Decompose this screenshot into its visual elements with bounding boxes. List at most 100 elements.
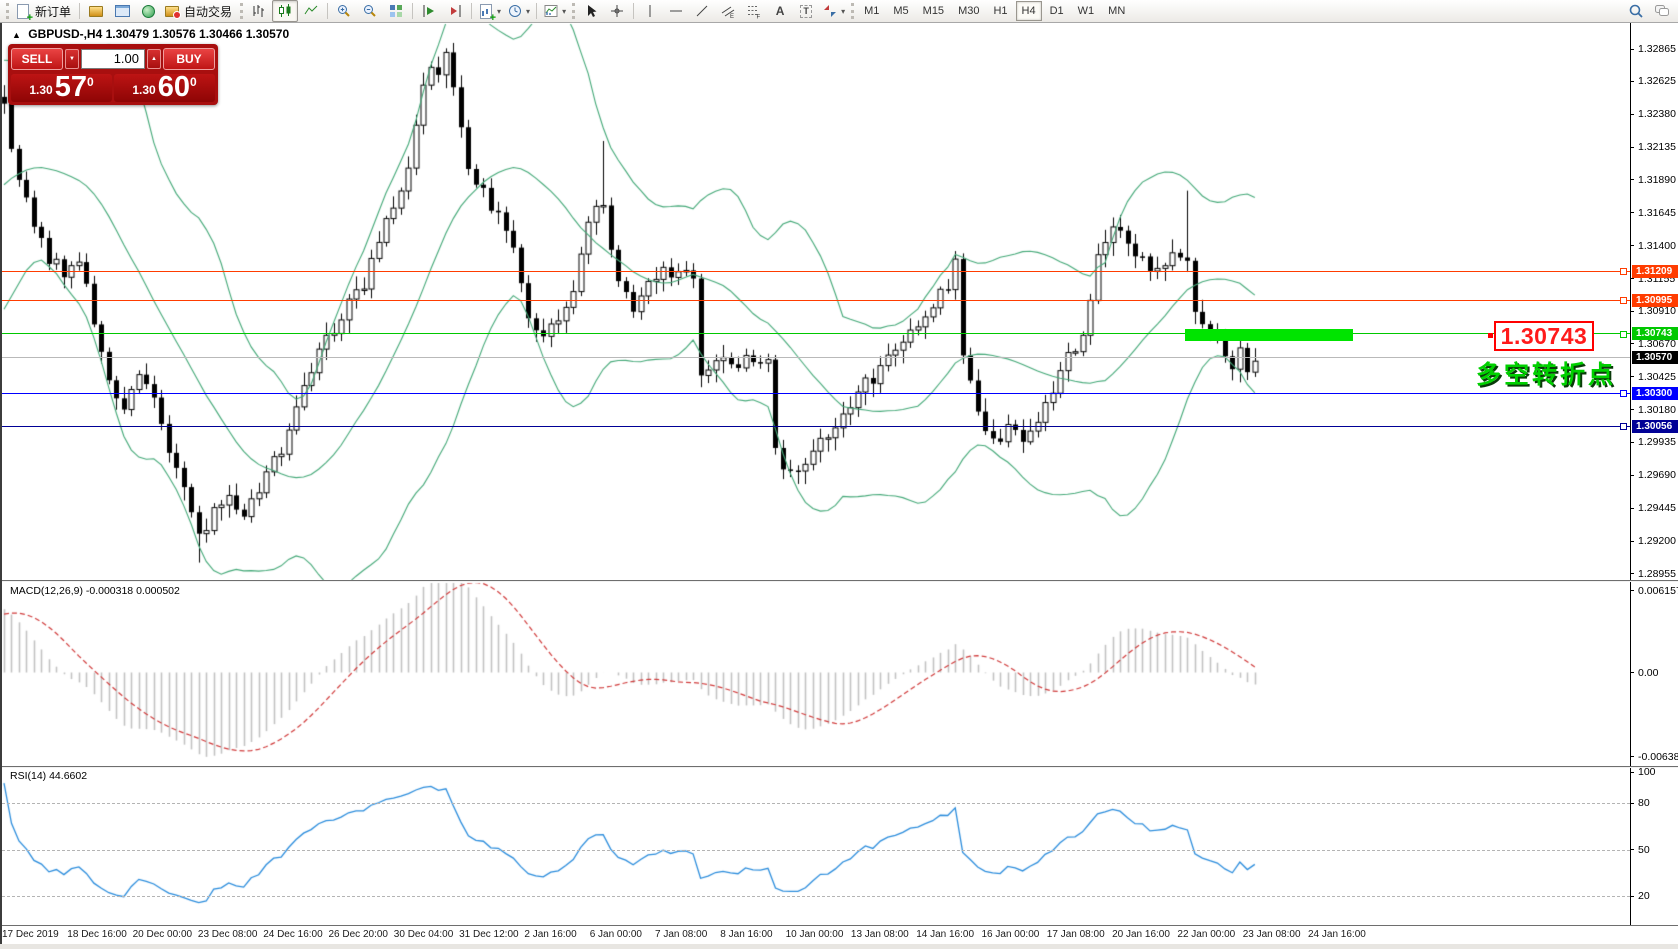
line-chart-button[interactable]: [298, 0, 324, 22]
chart-overlays: 1.328651.326251.323801.321351.318901.316…: [0, 0, 1678, 949]
time-axis-label[interactable]: 14 Jan 16:00: [916, 929, 974, 940]
timeframe-d1-button[interactable]: D1: [1044, 1, 1070, 21]
templates-button[interactable]: ▾: [540, 0, 569, 22]
auto-scroll-button[interactable]: [416, 0, 442, 22]
bid-price-tag: 1.30570: [1632, 351, 1678, 364]
timeframe-h4-button[interactable]: H4: [1016, 1, 1042, 21]
autotrade-button[interactable]: 自动交易: [161, 0, 237, 22]
price-level-line[interactable]: [2, 271, 1630, 272]
time-axis-label[interactable]: 23 Dec 08:00: [198, 929, 258, 940]
toolbar-grip[interactable]: [572, 3, 575, 19]
new-order-button-label: 新订单: [33, 3, 73, 20]
time-axis-label[interactable]: 31 Dec 12:00: [459, 929, 519, 940]
toolbar-grip[interactable]: [851, 3, 854, 19]
line-handle[interactable]: [1620, 423, 1627, 430]
timeframe-m5-button[interactable]: M5: [887, 1, 914, 21]
price-scale-axis-line[interactable]: [1630, 23, 1631, 926]
volume-input[interactable]: 1.00: [81, 49, 145, 69]
price-level-line[interactable]: [2, 426, 1630, 427]
fibonacci-button[interactable]: F: [741, 0, 767, 22]
line-handle[interactable]: [1620, 331, 1627, 338]
chart-shift-button[interactable]: [442, 0, 468, 22]
new-order-button[interactable]: +新订单: [12, 0, 76, 22]
annotation-anchor-square[interactable]: [1488, 333, 1493, 338]
cursor-button[interactable]: [578, 0, 604, 22]
sell-price-button[interactable]: 1.30570: [11, 74, 112, 102]
chart-title: ▲ GBPUSD-,H4 1.30479 1.30576 1.30466 1.3…: [12, 27, 289, 41]
indicators-button[interactable]: +▾: [475, 0, 504, 22]
time-axis-label[interactable]: 10 Jan 00:00: [786, 929, 844, 940]
time-axis-label[interactable]: 30 Dec 04:00: [394, 929, 454, 940]
time-axis-label[interactable]: 20 Dec 00:00: [133, 929, 193, 940]
vertical-line-button[interactable]: [637, 0, 663, 22]
chat-button[interactable]: [1649, 0, 1675, 22]
chart-symbol-period: GBPUSD-,H4: [28, 27, 102, 41]
dropdown-caret-icon[interactable]: ▾: [497, 7, 501, 16]
buy-button[interactable]: BUY: [163, 48, 215, 70]
green-highlight-bar[interactable]: [1185, 329, 1353, 341]
trendline-button[interactable]: [689, 0, 715, 22]
time-axis-label[interactable]: 23 Jan 08:00: [1243, 929, 1301, 940]
time-axis-label[interactable]: 26 Dec 20:00: [329, 929, 389, 940]
bar-chart-button[interactable]: [246, 0, 272, 22]
price-level-line[interactable]: [2, 393, 1630, 394]
crosshair-button[interactable]: [604, 0, 630, 22]
line-handle[interactable]: [1620, 268, 1627, 275]
price-annotation-box[interactable]: 1.30743: [1494, 321, 1594, 351]
zoom-in-button[interactable]: [331, 0, 357, 22]
collapse-indicator-icon[interactable]: ▲: [12, 30, 21, 40]
time-axis-label[interactable]: 17 Jan 08:00: [1047, 929, 1105, 940]
toolbar-grip[interactable]: [6, 3, 9, 19]
market-watch-button[interactable]: [109, 0, 135, 22]
time-axis-label[interactable]: 2 Jan 16:00: [524, 929, 576, 940]
time-axis-label[interactable]: 24 Dec 16:00: [263, 929, 323, 940]
zoom-out-button[interactable]: [357, 0, 383, 22]
time-axis-label[interactable]: 6 Jan 00:00: [590, 929, 642, 940]
time-axis-label[interactable]: 24 Jan 16:00: [1308, 929, 1366, 940]
new-chart-icon: +: [478, 3, 494, 19]
timeframe-mn-button[interactable]: MN: [1102, 1, 1131, 21]
auto-scroll-icon: [421, 3, 437, 19]
time-axis-label[interactable]: 17 Dec 2019: [2, 929, 59, 940]
channel-button[interactable]: E: [715, 0, 741, 22]
horizontal-line-button[interactable]: [663, 0, 689, 22]
timeframe-m1-button[interactable]: M1: [858, 1, 885, 21]
timeframe-h1-button[interactable]: H1: [987, 1, 1013, 21]
time-axis-label[interactable]: 7 Jan 08:00: [655, 929, 707, 940]
turning-point-note[interactable]: 多空转折点: [1476, 361, 1636, 389]
periods-button[interactable]: ▾: [504, 0, 533, 22]
dropdown-caret-icon[interactable]: ▾: [526, 7, 530, 16]
price-level-line[interactable]: [2, 300, 1630, 301]
macd-panel-separator[interactable]: [2, 580, 1678, 582]
sell-button[interactable]: SELL: [11, 48, 63, 70]
buy-price-button[interactable]: 1.30600: [114, 74, 215, 102]
line-handle[interactable]: [1620, 297, 1627, 304]
arrows-button[interactable]: ▾: [819, 0, 848, 22]
candlestick-button[interactable]: [272, 0, 298, 22]
timeframe-m30-button[interactable]: M30: [952, 1, 985, 21]
toolbar-grip[interactable]: [240, 3, 243, 19]
volume-increase-button[interactable]: ▲: [147, 49, 161, 69]
time-axis-label[interactable]: 18 Dec 16:00: [67, 929, 127, 940]
rsi-panel-separator[interactable]: [2, 766, 1678, 768]
navigator-button[interactable]: [135, 0, 161, 22]
price-level-line[interactable]: [2, 333, 1630, 334]
text-button[interactable]: A: [767, 0, 793, 22]
time-axis-label[interactable]: 22 Jan 00:00: [1177, 929, 1235, 940]
tile-windows-button[interactable]: [383, 0, 409, 22]
market-watch-icon: [114, 3, 130, 19]
timeframe-m15-button[interactable]: M15: [917, 1, 950, 21]
line-handle[interactable]: [1620, 390, 1627, 397]
dropdown-caret-icon[interactable]: ▾: [562, 7, 566, 16]
price-tick-label: 1.30180: [1638, 404, 1676, 416]
search-button[interactable]: [1623, 0, 1649, 22]
time-axis-label[interactable]: 8 Jan 16:00: [720, 929, 772, 940]
text-label-button[interactable]: T: [793, 0, 819, 22]
volume-decrease-button[interactable]: ▼: [65, 49, 79, 69]
dropdown-caret-icon[interactable]: ▾: [841, 7, 845, 16]
time-axis-label[interactable]: 13 Jan 08:00: [851, 929, 909, 940]
time-axis-label[interactable]: 16 Jan 00:00: [982, 929, 1040, 940]
time-axis-label[interactable]: 20 Jan 16:00: [1112, 929, 1170, 940]
timeframe-w1-button[interactable]: W1: [1072, 1, 1101, 21]
charts-profile-button[interactable]: [83, 0, 109, 22]
